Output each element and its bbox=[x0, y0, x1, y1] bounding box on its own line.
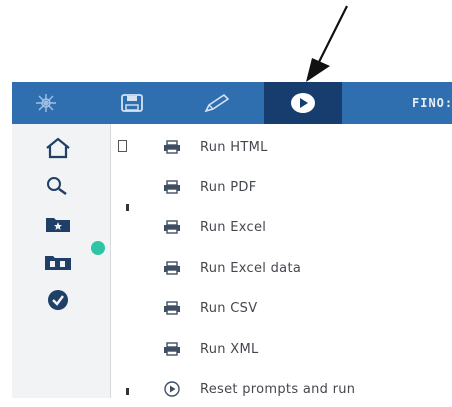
save-icon bbox=[121, 94, 143, 112]
reset-play-icon bbox=[164, 381, 180, 397]
tab-edge bbox=[118, 140, 127, 152]
sidebar bbox=[12, 124, 110, 398]
folder-star-icon bbox=[46, 218, 70, 232]
printer-icon bbox=[164, 342, 180, 356]
team-folder-icon bbox=[45, 256, 71, 270]
run-icon bbox=[291, 93, 315, 113]
search-icon bbox=[47, 177, 67, 195]
save-button[interactable] bbox=[104, 82, 160, 124]
content-area-edge bbox=[110, 124, 129, 398]
run-button[interactable] bbox=[264, 82, 342, 124]
menu-item-run-excel[interactable]: Run Excel bbox=[140, 209, 452, 245]
menu-item-run-csv[interactable]: Run CSV bbox=[140, 290, 452, 326]
menu-item-run-pdf[interactable]: Run PDF bbox=[140, 169, 452, 205]
edit-button[interactable] bbox=[182, 82, 252, 124]
printer-icon bbox=[164, 261, 180, 275]
menu-item-label: Run Excel data bbox=[200, 260, 302, 276]
menu-item-run-html[interactable]: Run HTML bbox=[140, 129, 452, 165]
toolbar: FINO: bbox=[12, 82, 452, 124]
menu-item-label: Run CSV bbox=[200, 300, 258, 316]
printer-icon bbox=[164, 180, 180, 194]
annotation-arrow bbox=[306, 5, 348, 82]
menu-item-run-excel-data[interactable]: Run Excel data bbox=[140, 250, 452, 286]
sidebar-item-search[interactable] bbox=[38, 172, 78, 200]
menu-item-run-xml[interactable]: Run XML bbox=[140, 331, 452, 367]
sidebar-item-my-content[interactable] bbox=[38, 210, 78, 238]
content-marker bbox=[126, 204, 129, 211]
explore-button[interactable] bbox=[12, 82, 80, 124]
menu-item-label: Run XML bbox=[200, 341, 259, 357]
sidebar-item-recent[interactable] bbox=[38, 286, 78, 314]
home-icon bbox=[46, 137, 70, 159]
content-marker bbox=[126, 388, 129, 395]
sidebar-item-home[interactable] bbox=[38, 134, 78, 162]
explore-icon bbox=[36, 94, 56, 112]
check-circle-icon bbox=[48, 290, 68, 310]
printer-icon bbox=[164, 140, 180, 154]
run-menu: Run HTML Run PDF Run Excel Run Excel dat… bbox=[140, 124, 452, 398]
menu-item-label: Run HTML bbox=[200, 139, 268, 155]
menu-item-label: Run PDF bbox=[200, 179, 257, 195]
menu-item-reset-prompts-and-run[interactable]: Reset prompts and run bbox=[140, 371, 452, 407]
menu-item-label: Reset prompts and run bbox=[200, 381, 356, 397]
printer-icon bbox=[164, 220, 180, 234]
printer-icon bbox=[164, 301, 180, 315]
notification-dot bbox=[91, 241, 105, 255]
menu-item-label: Run Excel bbox=[200, 219, 267, 235]
toolbar-title: FINO: bbox=[412, 96, 452, 110]
edit-icon bbox=[204, 93, 230, 113]
sidebar-item-team-content[interactable] bbox=[38, 248, 78, 276]
